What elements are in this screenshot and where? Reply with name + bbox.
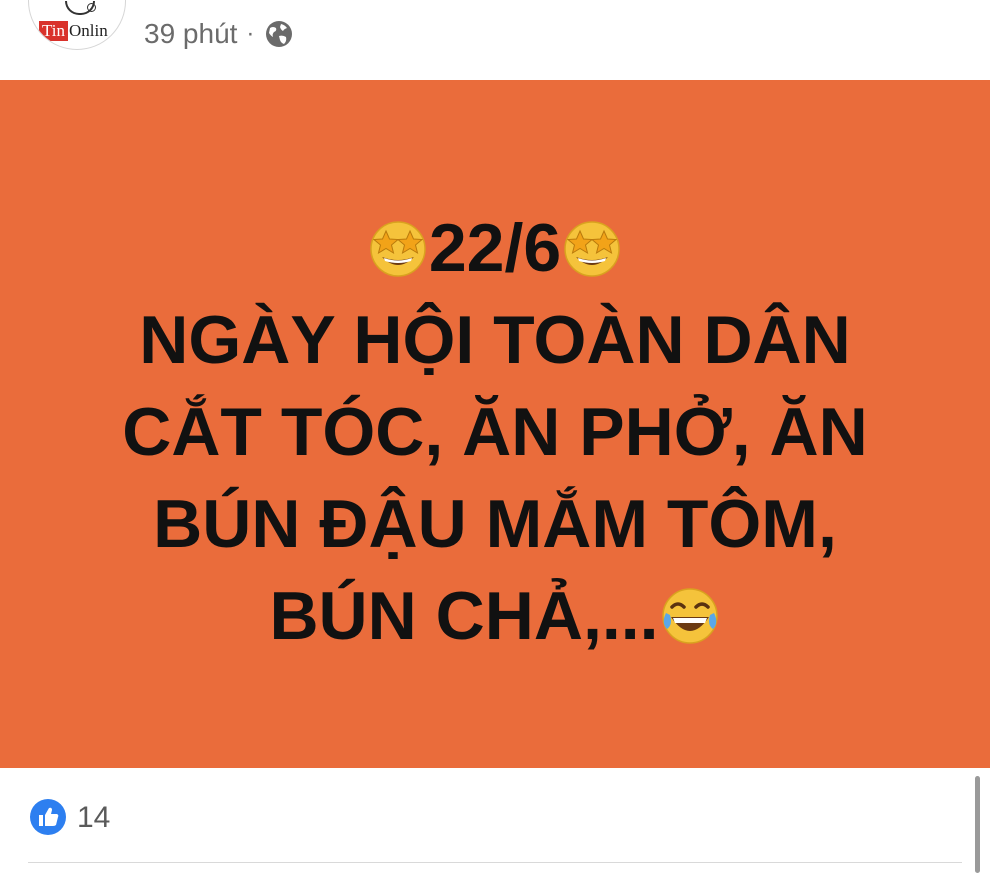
status-line-1: NGÀY HỘI TOÀN DÂN	[139, 302, 851, 378]
avatar-logo-text: Tin Onlin	[39, 21, 108, 41]
scrollbar[interactable]	[975, 776, 980, 873]
logo-onlin-text: Onlin	[69, 21, 108, 40]
time-separator: ·	[246, 20, 255, 47]
status-text: 22/6 NGÀY HỘI TOÀN DÂN CẮT TÓC, ĂN PHỞ, …	[0, 202, 990, 662]
tears-of-joy-emoji-icon	[661, 588, 718, 644]
post-timestamp[interactable]: 39 phút ·	[144, 16, 294, 52]
status-line-4: BÚN CHẢ,...	[0, 570, 990, 662]
page-avatar[interactable]: Tin Onlin	[28, 0, 126, 50]
globe-icon	[266, 21, 293, 47]
like-icon[interactable]	[29, 798, 67, 836]
logo-tin-text: Tin	[39, 21, 69, 41]
footer-divider	[28, 862, 962, 863]
status-line-4-text: BÚN CHẢ,...	[269, 578, 659, 654]
facebook-post: Tin Onlin 39 phút · 22/6 NGÀY HỘI TOÀN D…	[0, 0, 990, 875]
star-struck-emoji-icon	[370, 221, 426, 277]
like-count[interactable]: 14	[77, 800, 110, 836]
post-header: Tin Onlin 39 phút ·	[0, 0, 990, 80]
status-date-text: 22/6	[428, 210, 562, 286]
time-text: 39 phút	[144, 18, 238, 49]
status-line-date: 22/6	[0, 202, 990, 294]
status-line-2: CẮT TÓC, ĂN PHỞ, ĂN	[122, 394, 868, 470]
post-footer	[0, 768, 990, 875]
status-background-card[interactable]: 22/6 NGÀY HỘI TOÀN DÂN CẮT TÓC, ĂN PHỞ, …	[0, 80, 990, 768]
logo-dot-icon	[87, 3, 96, 12]
star-struck-emoji-icon	[564, 221, 620, 277]
status-line-3: BÚN ĐẬU MẮM TÔM,	[153, 486, 837, 562]
